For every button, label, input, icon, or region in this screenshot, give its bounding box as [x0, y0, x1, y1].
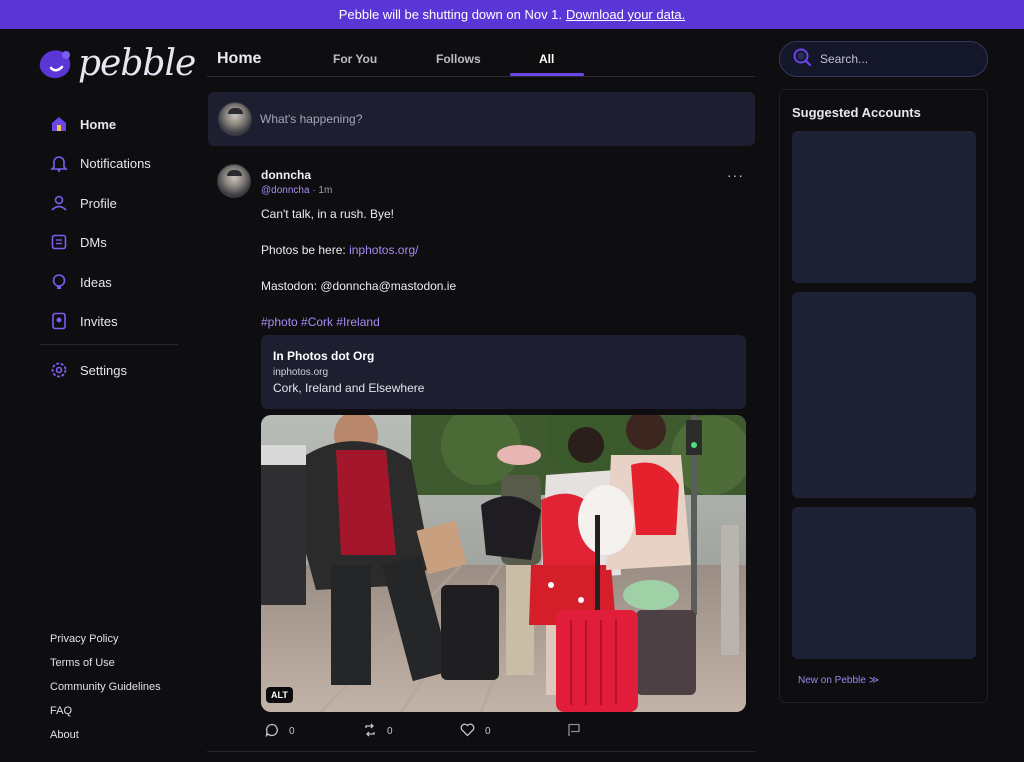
post-meta: @donncha · 1m: [261, 185, 332, 196]
link-card-description: Cork, Ireland and Elsewhere: [273, 381, 425, 395]
repost-count: 0: [387, 726, 393, 737]
heart-icon: [460, 723, 475, 740]
post-menu-button[interactable]: ···: [727, 167, 744, 183]
nav-item-dms[interactable]: DMs: [50, 233, 107, 251]
post-time[interactable]: 1m: [318, 185, 332, 196]
report-button[interactable]: [567, 723, 581, 740]
banner-text: Pebble will be shutting down on Nov 1.: [338, 7, 563, 22]
nav-item-settings[interactable]: Settings: [50, 361, 127, 379]
photos-label: Photos be here:: [261, 243, 346, 257]
nav-label-ideas: Ideas: [80, 274, 112, 290]
search-icon: [792, 47, 812, 72]
post-text-line: Can't talk, in a rush. Bye!: [261, 207, 395, 221]
street-photo-illustration: [261, 415, 746, 712]
suggested-account-card[interactable]: [792, 131, 976, 283]
post-author-avatar[interactable]: [217, 164, 251, 198]
reply-button[interactable]: 0: [265, 723, 295, 740]
shutdown-banner: Pebble will be shutting down on Nov 1. D…: [0, 0, 1024, 29]
nav-label-home: Home: [80, 116, 117, 132]
lightbulb-icon: [50, 273, 68, 291]
pebble-logo[interactable]: pebble: [36, 43, 196, 84]
like-button[interactable]: 0: [460, 723, 491, 740]
reply-count: 0: [289, 726, 295, 737]
active-tab-indicator: [510, 73, 584, 76]
feed-column: Home For You Follows All What's happenin…: [207, 29, 757, 762]
community-guidelines-link[interactable]: Community Guidelines: [50, 680, 161, 704]
post-body: Can't talk, in a rush. Bye! Photos be he…: [261, 205, 741, 349]
footer-links: Privacy Policy Terms of Use Community Gu…: [50, 632, 161, 752]
nav-item-profile[interactable]: Profile: [50, 194, 117, 212]
sidebar-divider: [40, 344, 178, 345]
home-icon: [50, 115, 68, 133]
page-title: Home: [217, 50, 262, 67]
download-data-link[interactable]: Download your data.: [566, 7, 685, 22]
nav-item-notifications[interactable]: Notifications: [50, 154, 151, 172]
post-hashtags: #photo #Cork #Ireland: [261, 313, 741, 331]
compose-box[interactable]: What's happening?: [208, 92, 755, 146]
nav-label-settings: Settings: [80, 362, 127, 378]
feed-tabs: Home For You Follows All: [207, 29, 755, 77]
post-photo[interactable]: ALT: [261, 415, 746, 712]
tab-follows[interactable]: Follows: [436, 52, 481, 66]
search-input[interactable]: [820, 52, 970, 66]
suggested-account-card[interactable]: [792, 507, 976, 659]
tab-all[interactable]: All: [539, 52, 554, 66]
nav-label-invites: Invites: [80, 313, 118, 329]
compose-input[interactable]: What's happening?: [260, 112, 362, 126]
post-mastodon-line: Mastodon: @donncha@mastodon.ie: [261, 279, 457, 293]
tab-for-you[interactable]: For You: [333, 52, 377, 66]
link-card-title: In Photos dot Org: [273, 349, 375, 363]
faq-link[interactable]: FAQ: [50, 704, 161, 728]
hashtags-links[interactable]: #photo #Cork #Ireland: [261, 315, 380, 329]
left-sidebar: pebble Home Notifications Profile DMs Id…: [39, 29, 196, 762]
nav-item-ideas[interactable]: Ideas: [50, 273, 112, 291]
nav-label-notifications: Notifications: [80, 155, 151, 171]
flag-icon: [567, 723, 581, 740]
logo-wordmark: pebble: [78, 43, 196, 84]
link-card-domain: inphotos.org: [273, 367, 329, 378]
invite-icon: [50, 312, 68, 330]
search-box[interactable]: [779, 41, 988, 77]
reply-icon: [265, 723, 279, 740]
about-link[interactable]: About: [50, 728, 161, 752]
nav-label-dms: DMs: [80, 234, 107, 250]
post-author-name[interactable]: donncha: [261, 168, 311, 182]
repost-icon: [363, 723, 377, 740]
link-preview-card[interactable]: In Photos dot Org inphotos.org Cork, Ire…: [261, 335, 746, 409]
alt-badge[interactable]: ALT: [266, 687, 293, 703]
post-card: donncha @donncha · 1m ··· Can't talk, in…: [207, 155, 755, 752]
post-photos-line: Photos be here: inphotos.org/: [261, 241, 741, 259]
gear-icon: [50, 361, 68, 379]
privacy-policy-link[interactable]: Privacy Policy: [50, 632, 161, 656]
nav-item-home[interactable]: Home: [50, 115, 116, 133]
post-author-handle[interactable]: @donncha: [261, 185, 310, 196]
compose-avatar: [218, 102, 252, 136]
suggested-accounts-title: Suggested Accounts: [792, 105, 921, 120]
user-icon: [50, 194, 68, 212]
repost-button[interactable]: 0: [363, 723, 393, 740]
photos-link[interactable]: inphotos.org/: [349, 243, 418, 257]
new-on-pebble-link[interactable]: New on Pebble ≫: [798, 675, 879, 686]
like-count: 0: [485, 726, 491, 737]
suggested-account-card[interactable]: [792, 292, 976, 498]
nav-item-invites[interactable]: Invites: [50, 312, 118, 330]
suggested-accounts-panel: Suggested Accounts New on Pebble ≫: [779, 89, 988, 703]
terms-of-use-link[interactable]: Terms of Use: [50, 656, 161, 680]
nav-label-profile: Profile: [80, 195, 117, 211]
pebble-logo-icon: [39, 49, 71, 78]
post-actions: 0 0 0: [265, 723, 665, 739]
message-icon: [50, 233, 68, 251]
bell-icon: [50, 154, 68, 172]
